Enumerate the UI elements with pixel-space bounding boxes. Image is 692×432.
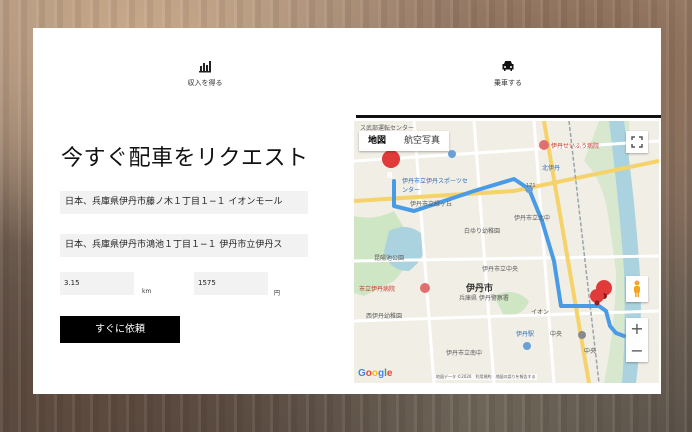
map-label: 中央	[584, 348, 597, 355]
map-type-control: 地図 航空写真	[359, 131, 450, 151]
map-label: 白ゆり幼稚園	[464, 228, 501, 235]
zoom-control: + −	[626, 318, 648, 362]
map-label: 伊丹市立中央	[482, 266, 519, 273]
active-tab-indicator	[356, 115, 661, 118]
map-label: 伊丹市立緑ヶ丘	[410, 201, 453, 208]
pickup-field[interactable]: 日本、兵庫県伊丹市藤ノ木１丁目１−１ イオンモール	[60, 191, 308, 214]
map-label: 伊丹市立北中	[514, 215, 551, 222]
route-map[interactable]: ス武部運転センター 伊丹市立伊丹スポーツセンター 伊丹せいふう病院 市立伊丹病院…	[354, 121, 659, 383]
map-label: 伊丹駅	[516, 331, 535, 338]
bar-chart-icon	[115, 58, 295, 74]
map-type-map-button[interactable]: 地図	[359, 131, 395, 151]
map-label: 昆陽池公園	[374, 255, 405, 262]
marker-b-letter: B	[387, 171, 394, 180]
map-label: 伊丹市立伊丹スポーツセンター	[402, 178, 468, 194]
map-label: 171	[526, 183, 536, 189]
map-label: 伊丹せいふう病院	[551, 143, 600, 150]
distance-unit: km	[142, 288, 152, 295]
map-label: 西伊丹幼稚園	[366, 313, 403, 320]
zoom-out-button[interactable]: −	[626, 340, 648, 362]
tab-ride[interactable]: 乗車する	[418, 58, 598, 88]
street-view-pegman[interactable]	[626, 276, 648, 302]
request-ride-button[interactable]: すぐに依頼	[60, 316, 180, 343]
tab-ride-label: 乗車する	[494, 79, 522, 87]
tab-bar: 収入を得る 乗車する	[33, 28, 661, 120]
booking-card: 収入を得る 乗車する 今すぐ配車をリクエスト 日本、兵庫県伊丹市藤ノ木１丁目１−…	[33, 28, 661, 394]
page-title: 今すぐ配車をリクエスト	[61, 146, 309, 171]
map-label: イオン	[531, 309, 550, 316]
zoom-in-button[interactable]: +	[626, 318, 648, 340]
fare-unit: 円	[274, 290, 281, 297]
fare-field[interactable]: 1575	[194, 272, 268, 295]
map-label: 兵庫県 伊丹警察署	[459, 295, 509, 302]
map-label: 北伊丹	[542, 165, 561, 172]
map-canvas	[354, 121, 659, 383]
destination-field[interactable]: 日本、兵庫県伊丹市鴻池１丁目１−１ 伊丹市立伊丹ス	[60, 234, 308, 257]
distance-field[interactable]: 3.15	[60, 272, 134, 295]
car-icon	[418, 58, 598, 74]
map-label: 市立伊丹病院	[359, 286, 396, 293]
fullscreen-icon	[631, 136, 643, 148]
map-label: 伊丹市立南中	[446, 350, 483, 357]
tab-earn-label: 収入を得る	[187, 79, 223, 87]
fullscreen-button[interactable]	[626, 131, 648, 153]
google-logo: Google	[358, 368, 393, 379]
tab-earn[interactable]: 収入を得る	[115, 58, 295, 88]
map-type-satellite-button[interactable]: 航空写真	[395, 131, 449, 151]
pegman-icon	[634, 280, 640, 297]
map-credit[interactable]: 地図データ ©2020 利用規約 地図の誤りを報告する	[434, 374, 538, 380]
map-label: 中央	[550, 331, 563, 338]
